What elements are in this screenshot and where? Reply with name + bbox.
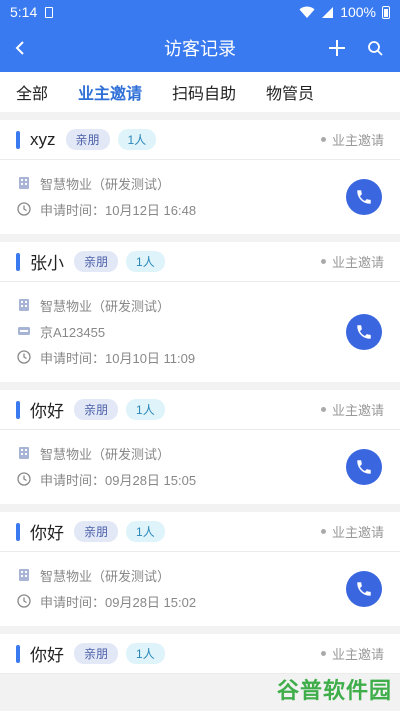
record-type: 业主邀请 xyxy=(321,252,384,271)
card-header: 你好 亲朋 1人 业主邀请 xyxy=(0,634,400,674)
count-badge: 1人 xyxy=(126,399,165,420)
accent-bar xyxy=(16,644,20,663)
count-badge: 1人 xyxy=(126,521,165,542)
card-header: 你好 亲朋 1人 业主邀请 xyxy=(0,512,400,552)
visitor-card[interactable]: 你好 亲朋 1人 业主邀请 智慧物业（研发测试） 申请时间：09月28日 15:… xyxy=(0,512,400,626)
card-body: 智慧物业（研发测试） 申请时间：09月28日 15:02 xyxy=(0,552,400,626)
status-time: 5:14 xyxy=(10,4,38,20)
visitor-record-list: xyz 亲朋 1人 业主邀请 智慧物业（研发测试） 申请时间：10月12日 16… xyxy=(0,112,400,711)
time-row: 申请时间：09月28日 15:02 xyxy=(16,588,384,614)
battery-icon xyxy=(382,5,390,19)
visitor-card[interactable]: 你好 亲朋 1人 业主邀请 智慧物业（研发测试） 申请时间：09月28日 15:… xyxy=(0,390,400,504)
relation-badge: 亲朋 xyxy=(74,399,119,420)
card-body: 智慧物业（研发测试） 申请时间：10月12日 16:48 xyxy=(0,160,400,234)
card-body: 智慧物业（研发测试） 申请时间：09月28日 15:05 xyxy=(0,430,400,504)
apply-time: 申请时间：09月28日 15:02 xyxy=(40,594,197,610)
building-icon xyxy=(16,567,32,583)
accent-bar xyxy=(16,400,20,419)
call-button[interactable] xyxy=(346,449,382,485)
visitor-name: 你好 xyxy=(30,646,64,665)
property-name: 智慧物业（研发测试） xyxy=(40,298,171,314)
property-row: 智慧物业（研发测试） xyxy=(16,170,384,196)
time-row: 申请时间：10月10日 11:09 xyxy=(16,344,384,370)
phone-icon xyxy=(357,582,371,596)
property-row: 智慧物业（研发测试） xyxy=(16,292,384,318)
license-plate-icon xyxy=(16,323,32,339)
time-row: 申请时间：10月12日 16:48 xyxy=(16,196,384,222)
record-type: 业主邀请 xyxy=(321,130,384,149)
building-icon xyxy=(16,297,32,313)
plate-row: 京A123455 xyxy=(16,318,384,344)
accent-bar xyxy=(16,252,20,271)
visitor-name: 张小 xyxy=(30,254,64,273)
count-badge: 1人 xyxy=(117,129,157,150)
property-row: 智慧物业（研发测试） xyxy=(16,440,384,466)
clock-icon xyxy=(16,349,32,365)
sim-icon xyxy=(45,6,54,18)
tab-scan-self[interactable]: 扫码自助 xyxy=(172,80,236,104)
clock-icon xyxy=(16,201,32,217)
visitor-card[interactable]: 你好 亲朋 1人 业主邀请 xyxy=(0,634,400,674)
count-badge: 1人 xyxy=(126,643,165,664)
record-type: 业主邀请 xyxy=(321,522,384,541)
relation-badge: 亲朋 xyxy=(74,521,119,542)
visitor-name: 你好 xyxy=(30,524,64,543)
record-type: 业主邀请 xyxy=(321,644,384,663)
call-button[interactable] xyxy=(346,314,382,350)
search-icon xyxy=(368,41,383,56)
apply-time: 申请时间：09月28日 15:05 xyxy=(40,472,197,488)
status-bar: 5:14 100% xyxy=(0,0,400,24)
card-header: 张小 亲朋 1人 业主邀请 xyxy=(0,242,400,282)
card-header: xyz 亲朋 1人 业主邀请 xyxy=(0,120,400,160)
call-button[interactable] xyxy=(346,179,382,215)
relation-badge: 亲朋 xyxy=(74,251,119,272)
battery-percent: 100% xyxy=(340,4,376,20)
visitor-name: 你好 xyxy=(30,402,64,421)
phone-icon xyxy=(357,325,371,339)
card-header: 你好 亲朋 1人 业主邀请 xyxy=(0,390,400,430)
wifi-icon xyxy=(299,6,315,18)
app-bar-actions xyxy=(322,33,400,63)
tab-property-staff[interactable]: 物管员 xyxy=(266,80,314,104)
app-bar: 访客记录 xyxy=(0,24,400,72)
phone-icon xyxy=(357,460,371,474)
apply-time: 申请时间：10月10日 11:09 xyxy=(40,350,196,366)
add-button[interactable] xyxy=(322,33,352,63)
back-button[interactable] xyxy=(0,24,40,72)
clock-icon xyxy=(16,471,32,487)
visitor-name: xyz xyxy=(30,129,56,149)
visitor-card[interactable]: xyz 亲朋 1人 业主邀请 智慧物业（研发测试） 申请时间：10月12日 16… xyxy=(0,120,400,234)
clock-icon xyxy=(16,593,32,609)
visitor-card[interactable]: 张小 亲朋 1人 业主邀请 智慧物业（研发测试） 京A123455 申请时间：1… xyxy=(0,242,400,382)
filter-tabs: 全部 业主邀请 扫码自助 物管员 xyxy=(0,72,400,112)
relation-badge: 亲朋 xyxy=(74,643,119,664)
watermark-logo: 谷普软件园 xyxy=(276,678,392,703)
signal-icon xyxy=(322,6,334,18)
relation-badge: 亲朋 xyxy=(65,129,110,150)
building-icon xyxy=(16,445,32,461)
count-badge: 1人 xyxy=(126,251,165,272)
apply-time: 申请时间：10月12日 16:48 xyxy=(40,202,197,218)
accent-bar xyxy=(16,522,20,541)
plus-icon xyxy=(329,40,345,56)
property-name: 智慧物业（研发测试） xyxy=(40,568,171,584)
accent-bar xyxy=(16,130,20,149)
phone-icon xyxy=(357,190,371,204)
property-row: 智慧物业（研发测试） xyxy=(16,562,384,588)
license-plate: 京A123455 xyxy=(40,324,106,340)
property-name: 智慧物业（研发测试） xyxy=(40,176,171,192)
building-icon xyxy=(16,175,32,191)
tab-owner-invite[interactable]: 业主邀请 xyxy=(78,80,142,104)
time-row: 申请时间：09月28日 15:05 xyxy=(16,466,384,492)
tab-all[interactable]: 全部 xyxy=(16,80,48,104)
property-name: 智慧物业（研发测试） xyxy=(40,446,171,462)
chevron-left-icon xyxy=(15,41,24,55)
search-button[interactable] xyxy=(360,33,390,63)
card-body: 智慧物业（研发测试） 京A123455 申请时间：10月10日 11:09 xyxy=(0,282,400,382)
status-right: 100% xyxy=(299,4,390,20)
call-button[interactable] xyxy=(346,571,382,607)
record-type: 业主邀请 xyxy=(321,400,384,419)
